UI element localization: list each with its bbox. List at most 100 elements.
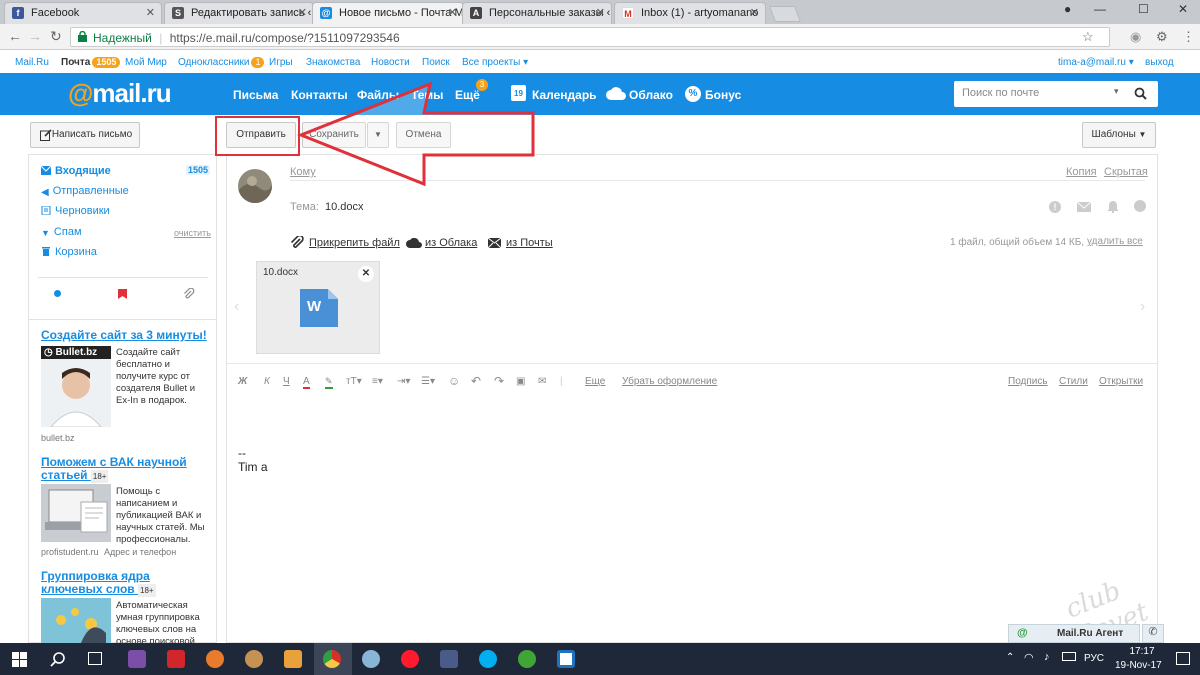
language-indicator[interactable]: РУС xyxy=(1084,653,1104,664)
portal-ok-link[interactable]: Одноклассники 1 xyxy=(178,57,265,68)
app-icon-5[interactable] xyxy=(362,650,380,668)
message-body[interactable]: -- Tim a xyxy=(238,446,268,474)
clock-icon[interactable] xyxy=(1134,200,1146,212)
remove-attachment-icon[interactable]: ✕ xyxy=(358,266,374,282)
portal-mail-link[interactable]: Почта 1505 xyxy=(61,57,121,68)
compose-button[interactable]: Написать письмо xyxy=(30,122,140,148)
sender-avatar[interactable] xyxy=(238,169,272,203)
indent-icon[interactable]: ⇥▾ xyxy=(397,376,410,387)
new-tab-button[interactable] xyxy=(769,6,801,22)
search-options-icon[interactable]: ▾ xyxy=(1114,86,1119,97)
folder-spam[interactable]: ▼ Спам xyxy=(41,226,82,238)
acrobat-icon[interactable] xyxy=(167,650,185,668)
clear-formatting-link[interactable]: Убрать оформление xyxy=(622,376,717,387)
ad-3-image[interactable] xyxy=(41,598,111,643)
menu-icon[interactable]: ⋮ xyxy=(1182,29,1195,45)
attach-file-link[interactable]: Прикрепить файл xyxy=(309,237,400,249)
cc-link[interactable]: Копия xyxy=(1066,166,1097,178)
italic-icon[interactable]: К xyxy=(264,376,270,387)
back-icon[interactable]: ← xyxy=(8,28,22,44)
portal-dating-link[interactable]: Знакомства xyxy=(306,57,360,68)
notification-icon[interactable] xyxy=(1176,652,1190,665)
forward-icon[interactable]: → xyxy=(28,28,42,44)
importance-icon[interactable]: ! xyxy=(1049,201,1061,213)
maximize-icon[interactable]: ☐ xyxy=(1138,2,1149,16)
templates-button[interactable]: Шаблоны ▼ xyxy=(1082,122,1156,148)
delete-all-link[interactable]: удалить все xyxy=(1087,236,1143,247)
user-email-link[interactable]: tima-a@mail.ru ▾ xyxy=(1058,57,1134,68)
task-view-icon[interactable] xyxy=(88,652,102,665)
attachment-card[interactable]: 10.docx ✕ W xyxy=(256,261,380,354)
minimize-icon[interactable]: — xyxy=(1094,2,1106,16)
nav-cloud[interactable]: Облако xyxy=(629,88,673,102)
clear-spam-link[interactable]: очистить xyxy=(174,228,211,238)
search-icon[interactable] xyxy=(1134,87,1147,100)
flag-filter-icon[interactable] xyxy=(118,289,127,299)
tab-close-icon[interactable]: ✕ xyxy=(448,6,457,19)
signature-draw-icon[interactable]: ✉ xyxy=(538,376,546,387)
ad-1-source[interactable]: bullet.bz xyxy=(41,433,75,443)
mail-agent-bar[interactable]: @ Mail.Ru Агент xyxy=(1008,624,1140,643)
wifi-icon[interactable]: ◠ xyxy=(1024,651,1034,664)
nav-calendar[interactable]: Календарь xyxy=(532,88,597,102)
tab-close-icon[interactable]: ✕ xyxy=(298,6,307,19)
tab-edit-post[interactable]: S Редактировать запись ‹ ✕ xyxy=(164,2,314,24)
attachment-filter-icon[interactable] xyxy=(183,288,195,300)
app-icon-4[interactable] xyxy=(284,650,302,668)
folder-inbox[interactable]: Входящие xyxy=(41,165,111,177)
mailru-logo[interactable]: @mail.ru xyxy=(68,78,172,109)
ad-1-person-image[interactable] xyxy=(41,359,111,427)
nav-bonus[interactable]: Бонус xyxy=(705,88,741,102)
redo-icon[interactable]: ↷ xyxy=(494,374,504,388)
bcc-link[interactable]: Скрытая xyxy=(1104,166,1148,178)
phone-icon[interactable]: ✆ xyxy=(1142,624,1164,643)
app-icon-6[interactable] xyxy=(440,650,458,668)
ad-2-source[interactable]: profistudent.ru xyxy=(41,547,99,557)
ad-2-title[interactable]: Поможем с ВАК научной статьей 18+ xyxy=(41,456,191,483)
portal-all-projects-link[interactable]: Все проекты ▾ xyxy=(462,57,528,68)
smile-icon[interactable]: ☺ xyxy=(448,374,460,388)
unread-filter-icon[interactable] xyxy=(54,290,61,297)
signature-link[interactable]: Подпись xyxy=(1008,376,1048,387)
align-icon[interactable]: ≡▾ xyxy=(372,376,383,387)
extension-icon[interactable]: ◉ xyxy=(1130,29,1141,45)
list-icon[interactable]: ☰▾ xyxy=(421,376,435,387)
bell-icon[interactable] xyxy=(1107,200,1119,213)
windows-start-icon[interactable] xyxy=(12,652,27,667)
image-icon[interactable]: ▣ xyxy=(516,376,525,387)
nav-letters[interactable]: Письма xyxy=(233,88,278,102)
tab-personal-orders[interactable]: A Персональные заказы ‹ ✕ xyxy=(462,2,612,24)
network-icon[interactable]: ⌃ xyxy=(1006,652,1014,663)
ad-1-title[interactable]: Создайте сайт за 3 минуты! xyxy=(41,329,211,342)
battery-icon[interactable] xyxy=(1062,652,1076,661)
mail-search-input[interactable]: Поиск по почте ▾ xyxy=(954,81,1158,107)
app-icon-7[interactable] xyxy=(557,650,575,668)
logout-link[interactable]: выход xyxy=(1145,57,1174,68)
portal-search-link[interactable]: Поиск xyxy=(422,57,450,68)
chrome-icon[interactable] xyxy=(323,650,341,668)
tab-gmail-inbox[interactable]: M Inbox (1) - artyomanano ✕ xyxy=(614,2,766,24)
opera-icon[interactable] xyxy=(401,650,419,668)
app-icon-3[interactable] xyxy=(245,650,263,668)
tab-close-icon[interactable]: ✕ xyxy=(750,6,759,19)
notify-icon[interactable] xyxy=(1077,202,1091,212)
postcards-link[interactable]: Открытки xyxy=(1099,376,1143,387)
tab-new-mail[interactable]: @ Новое письмо - Почта М ✕ xyxy=(312,2,464,24)
portal-news-link[interactable]: Новости xyxy=(371,57,410,68)
highlight-icon[interactable]: ✎ xyxy=(325,376,333,389)
bold-icon[interactable]: Ж xyxy=(238,376,247,387)
utorrent-icon[interactable] xyxy=(518,650,536,668)
ad-3-title[interactable]: Группировка ядра ключевых слов 18+ xyxy=(41,570,191,597)
skype-icon[interactable] xyxy=(479,650,497,668)
url-field[interactable]: Надежный | https://e.mail.ru/compose/?15… xyxy=(70,27,1110,47)
tab-close-icon[interactable]: ✕ xyxy=(596,6,605,19)
text-color-icon[interactable]: A xyxy=(303,376,310,389)
clock-date[interactable]: 19-Nov-17 xyxy=(1115,660,1162,671)
star-icon[interactable]: ☆ xyxy=(1082,29,1094,45)
folder-drafts[interactable]: Черновики xyxy=(41,205,110,217)
app-icon-1[interactable] xyxy=(128,650,146,668)
from-cloud-link[interactable]: из Облака xyxy=(425,237,477,249)
scroll-left-icon[interactable]: ‹ xyxy=(234,298,239,316)
underline-icon[interactable]: Ч xyxy=(283,376,290,387)
ad-2-laptop-image[interactable] xyxy=(41,484,111,542)
